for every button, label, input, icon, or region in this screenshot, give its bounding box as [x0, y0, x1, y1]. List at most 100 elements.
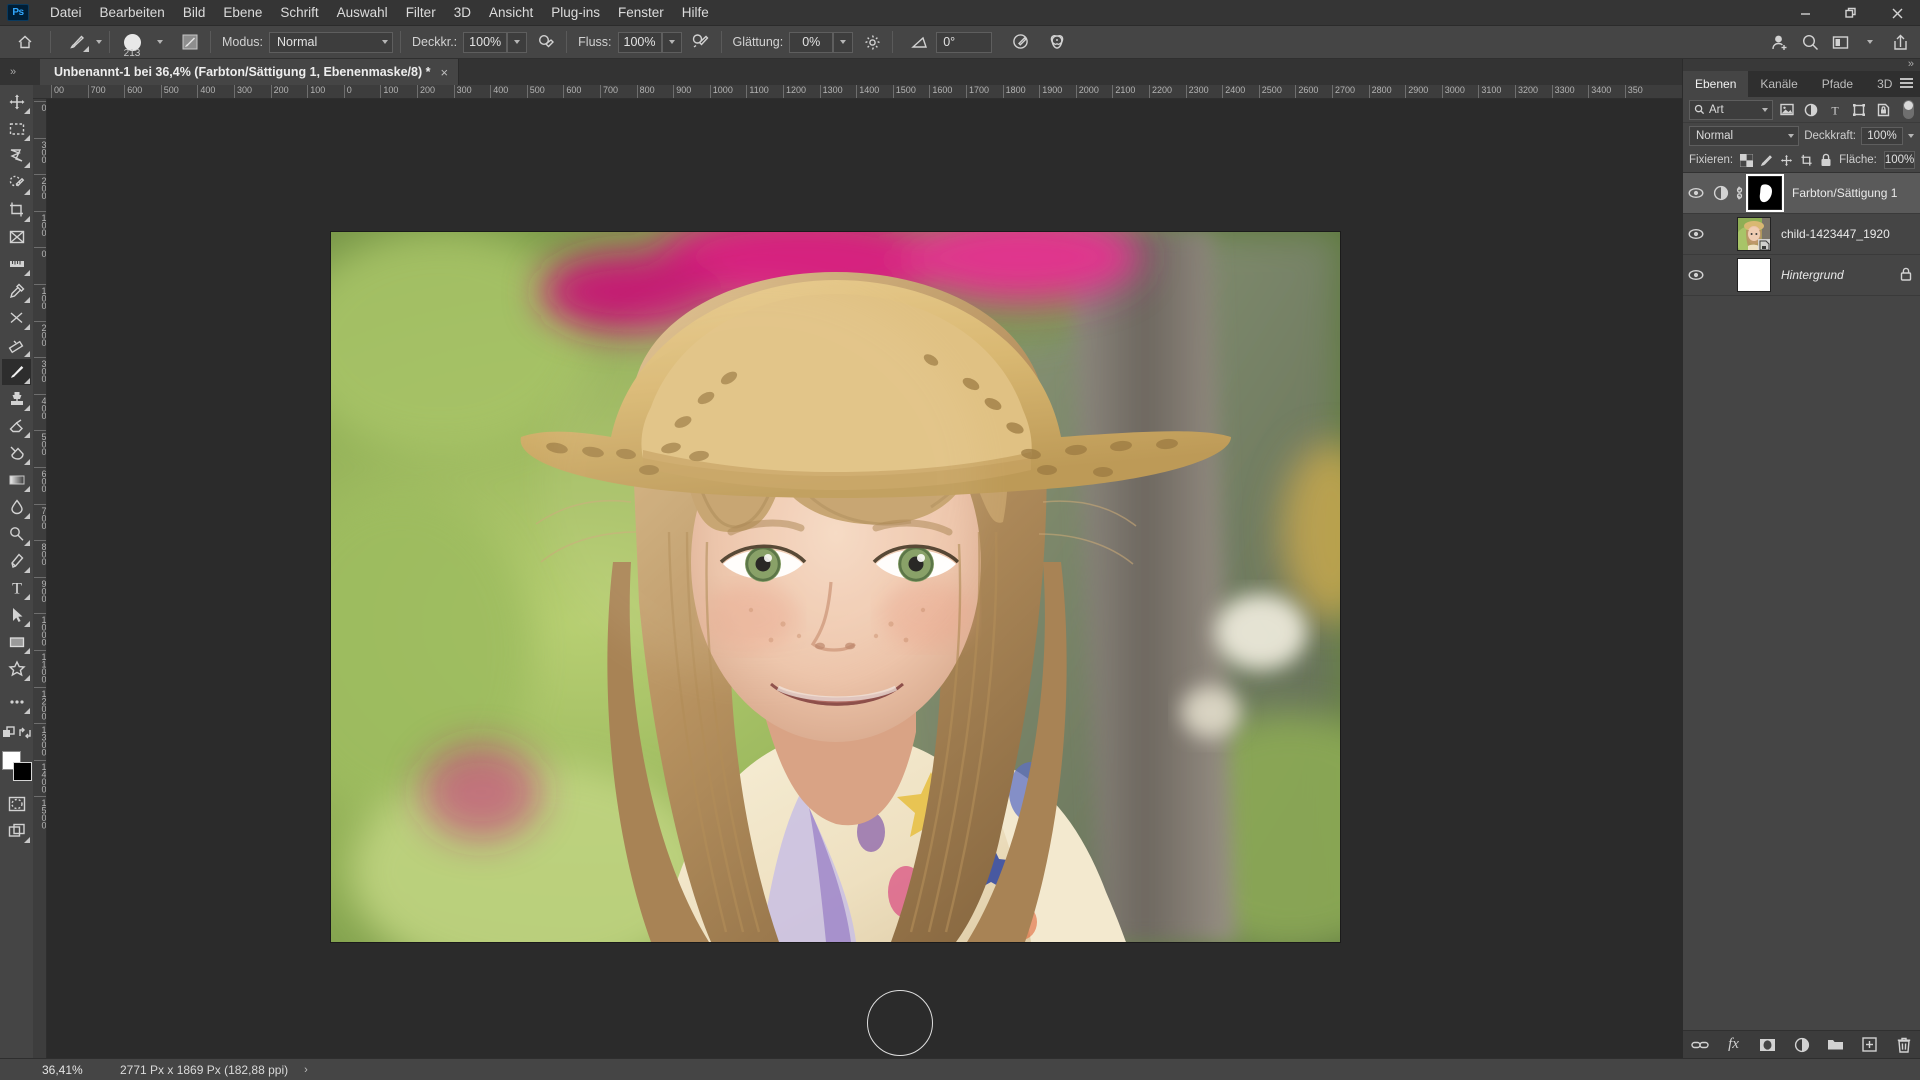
- filter-smart-object-icon[interactable]: [1873, 100, 1893, 120]
- quick-mask-icon[interactable]: [2, 791, 31, 817]
- brush-preset-chevron[interactable]: [157, 40, 163, 44]
- expand-panels-icon[interactable]: »: [1908, 58, 1914, 70]
- quick-selection-tool[interactable]: [2, 170, 31, 196]
- custom-shape-tool[interactable]: [2, 656, 31, 682]
- tab-pfade[interactable]: Pfade: [1809, 71, 1866, 97]
- status-expand-arrow[interactable]: ›: [304, 1064, 308, 1076]
- pressure-opacity-icon[interactable]: [533, 30, 559, 54]
- swap-arrows-icon[interactable]: [18, 720, 32, 746]
- layer-opacity-input[interactable]: 100%: [1861, 126, 1903, 145]
- layer-mask-thumbnail[interactable]: [1746, 174, 1784, 212]
- menu-ebene[interactable]: Ebene: [214, 1, 271, 24]
- layer-fill-input[interactable]: 100%: [1883, 151, 1916, 169]
- flow-input[interactable]: 100%: [617, 31, 662, 53]
- minimize-icon[interactable]: [1782, 0, 1828, 26]
- lasso-tool[interactable]: [2, 143, 31, 169]
- tab-kanaele[interactable]: Kanäle: [1748, 71, 1810, 97]
- pressure-size-icon[interactable]: [1008, 30, 1034, 54]
- link-mask-icon[interactable]: [1733, 186, 1746, 200]
- blend-mode-select[interactable]: Normal: [269, 31, 393, 53]
- opacity-input[interactable]: 100%: [463, 31, 508, 53]
- layer-thumbnail[interactable]: [1737, 217, 1771, 251]
- document-tab[interactable]: Unbenannt-1 bei 36,4% (Farbton/Sättigung…: [40, 59, 460, 85]
- smoothing-stepper[interactable]: [833, 31, 854, 53]
- filter-type-icon[interactable]: T: [1825, 100, 1845, 120]
- delete-layer-icon[interactable]: [1894, 1035, 1914, 1055]
- type-tool[interactable]: T: [2, 575, 31, 601]
- new-layer-icon[interactable]: [1860, 1035, 1880, 1055]
- angle-input[interactable]: 0°: [936, 31, 993, 53]
- flow-stepper[interactable]: [661, 31, 682, 53]
- blur-tool[interactable]: [2, 494, 31, 520]
- brush-settings-icon[interactable]: [177, 30, 203, 54]
- maximize-icon[interactable]: [1828, 0, 1874, 26]
- collapse-panel-icon[interactable]: »: [0, 59, 26, 85]
- lock-image-pixels-icon[interactable]: [1760, 150, 1773, 170]
- panel-menu-icon[interactable]: [1900, 78, 1913, 88]
- marquee-tool[interactable]: [2, 116, 31, 142]
- path-selection-tool[interactable]: [2, 602, 31, 628]
- pen-tool[interactable]: [2, 548, 31, 574]
- menu-3d[interactable]: 3D: [445, 1, 480, 24]
- edit-toolbar-icon[interactable]: [2, 720, 16, 746]
- chevron-down-icon[interactable]: [1856, 29, 1884, 55]
- menu-hilfe[interactable]: Hilfe: [673, 1, 718, 24]
- add-layer-mask-icon[interactable]: [1758, 1035, 1778, 1055]
- link-layers-icon[interactable]: [1690, 1035, 1710, 1055]
- filter-toggle-switch[interactable]: [1903, 100, 1914, 119]
- menu-bearbeiten[interactable]: Bearbeiten: [91, 1, 174, 24]
- gradient-tool[interactable]: [2, 440, 31, 466]
- menu-ansicht[interactable]: Ansicht: [480, 1, 542, 24]
- dodge-tool[interactable]: [2, 521, 31, 547]
- more-tools[interactable]: [2, 689, 31, 715]
- menu-fenster[interactable]: Fenster: [609, 1, 673, 24]
- layer-blend-mode-select[interactable]: Normal: [1689, 125, 1800, 146]
- new-adjustment-layer-icon[interactable]: [1792, 1035, 1812, 1055]
- search-icon[interactable]: [1796, 29, 1824, 55]
- lock-transparent-pixels-icon[interactable]: [1740, 150, 1754, 170]
- move-tool[interactable]: [2, 89, 31, 115]
- table-row[interactable]: Hintergrund: [1683, 255, 1920, 296]
- screen-mode-icon[interactable]: [2, 818, 31, 844]
- menu-auswahl[interactable]: Auswahl: [328, 1, 397, 24]
- layer-visibility-toggle[interactable]: [1683, 187, 1709, 199]
- layer-style-fx-icon[interactable]: fx: [1724, 1035, 1744, 1055]
- table-row[interactable]: child-1423447_1920: [1683, 214, 1920, 255]
- crop-tool[interactable]: [2, 197, 31, 223]
- eyedropper-tool[interactable]: [2, 278, 31, 304]
- layer-opacity-chevron[interactable]: [1908, 133, 1914, 138]
- tab-3d[interactable]: 3D: [1865, 71, 1905, 97]
- background-color-swatch[interactable]: [12, 762, 32, 781]
- brush-preset-preview[interactable]: 213: [117, 28, 147, 59]
- layer-visibility-toggle[interactable]: [1683, 228, 1709, 240]
- lock-position-icon[interactable]: [1780, 150, 1793, 170]
- home-icon[interactable]: [12, 30, 38, 54]
- eraser-tool[interactable]: [2, 413, 31, 439]
- tab-ebenen[interactable]: Ebenen: [1683, 71, 1749, 97]
- lock-artboard-icon[interactable]: [1800, 150, 1813, 170]
- airbrush-icon[interactable]: [688, 30, 714, 54]
- gradient-fill-tool[interactable]: [2, 467, 31, 493]
- menu-bild[interactable]: Bild: [174, 1, 215, 24]
- brush-tool-chevron[interactable]: [96, 40, 102, 44]
- menu-filter[interactable]: Filter: [397, 1, 445, 24]
- canvas-area[interactable]: [47, 99, 1682, 1058]
- lock-all-icon[interactable]: [1820, 150, 1832, 170]
- filter-adjustment-icon[interactable]: [1801, 100, 1821, 120]
- opacity-stepper[interactable]: [507, 31, 528, 53]
- color-swatches[interactable]: [1, 751, 32, 781]
- gear-icon[interactable]: [859, 30, 885, 54]
- menu-plugins[interactable]: Plug-ins: [542, 1, 609, 24]
- menu-schrift[interactable]: Schrift: [271, 1, 327, 24]
- layer-thumbnail[interactable]: [1737, 258, 1771, 292]
- eraser-shape-tool[interactable]: [2, 332, 31, 358]
- ruler-tool[interactable]: [2, 251, 31, 277]
- document-artboard[interactable]: [331, 232, 1340, 942]
- symmetry-butterfly-icon[interactable]: [1044, 30, 1070, 54]
- close-icon[interactable]: [1874, 0, 1920, 26]
- filter-pixel-icon[interactable]: [1777, 100, 1797, 120]
- frame-tool[interactable]: [2, 224, 31, 250]
- workspace-icon[interactable]: [1826, 29, 1854, 55]
- new-group-icon[interactable]: [1826, 1035, 1846, 1055]
- table-row[interactable]: Farbton/Sättigung 1: [1683, 173, 1920, 214]
